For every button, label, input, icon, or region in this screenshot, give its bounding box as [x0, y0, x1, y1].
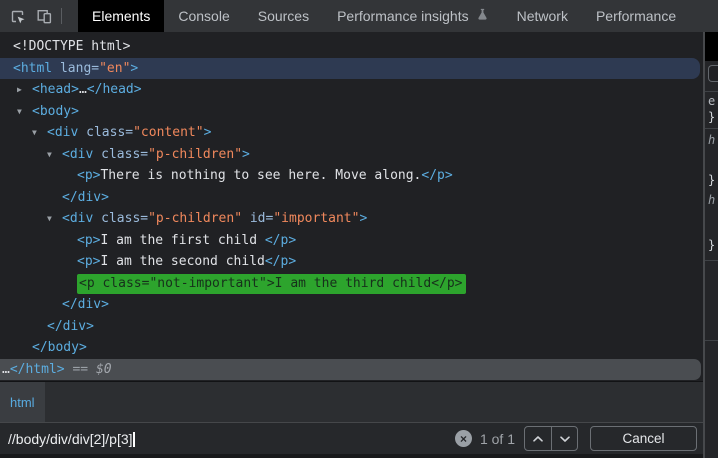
- tab-performance-insights[interactable]: Performance insights: [323, 0, 503, 32]
- tree-row-div-content[interactable]: ▼ <div class="content">: [0, 122, 703, 144]
- tab-performance[interactable]: Performance: [582, 0, 690, 32]
- tree-row-html-open[interactable]: <html lang="en">: [0, 57, 700, 79]
- tree-row-head[interactable]: ▶ <head>…</head>: [0, 79, 703, 101]
- expanded-arrow-icon[interactable]: ▼: [47, 144, 52, 166]
- tree-row-div-close[interactable]: </div>: [0, 294, 703, 316]
- css-rule-fragment: }: [708, 238, 716, 252]
- tree-row-p-second[interactable]: <p>I am the second child</p>: [0, 251, 703, 273]
- find-bar: //body/div/div[2]/p[3] × 1 of 1 Cancel: [0, 422, 703, 454]
- previous-match-button[interactable]: [525, 427, 551, 450]
- tree-row-p-first[interactable]: <p>I am the first child </p>: [0, 230, 703, 252]
- tree-row-div-close[interactable]: </div>: [0, 187, 703, 209]
- bottom-edge: [0, 454, 703, 458]
- css-rule-fragment: }: [708, 110, 716, 124]
- match-count: 1 of 1: [479, 430, 515, 447]
- tree-row-html-close-selected[interactable]: …</html> == $0: [0, 358, 701, 380]
- tree-row-body-close[interactable]: </body>: [0, 337, 703, 359]
- flask-icon: [476, 8, 489, 24]
- tab-sources[interactable]: Sources: [244, 0, 323, 32]
- devtools-toolbar: Elements Console Sources Performance ins…: [0, 0, 718, 32]
- tab-network[interactable]: Network: [503, 0, 582, 32]
- css-rule-fragment: h: [708, 133, 716, 147]
- tree-row-p-third-search-match[interactable]: <p class="not-important">I am the third …: [0, 273, 703, 295]
- styles-sidebar-clipped: e } h } h }: [705, 32, 718, 458]
- panel-tabs: Elements Console Sources Performance ins…: [78, 0, 718, 32]
- search-query-text: //body/div/div[2]/p[3]: [8, 430, 133, 447]
- ellipsis-indicator: …: [2, 361, 10, 377]
- css-rule-fragment: }: [708, 173, 716, 187]
- css-rule-fragment: h: [708, 193, 716, 207]
- tree-row-div-pchildren[interactable]: ▼ <div class="p-children">: [0, 144, 703, 166]
- tree-row-doctype[interactable]: <!DOCTYPE html>: [0, 36, 703, 58]
- expanded-arrow-icon[interactable]: ▼: [32, 122, 37, 144]
- tree-row-div-important[interactable]: ▼ <div class="p-children" id="important">: [0, 208, 703, 230]
- clear-search-icon[interactable]: ×: [454, 430, 472, 447]
- breadcrumb: html: [0, 381, 703, 422]
- collapsed-arrow-icon[interactable]: ▶: [17, 79, 22, 101]
- tree-row-div-close[interactable]: </div>: [0, 316, 703, 338]
- chevron-down-icon: [559, 430, 571, 448]
- text-caret: [132, 431, 135, 447]
- dollar-zero-ref: $0: [95, 361, 112, 377]
- chevron-up-icon: [532, 430, 544, 448]
- search-input[interactable]: //body/div/div[2]/p[3]: [8, 431, 455, 447]
- css-rule-fragment: e: [708, 94, 716, 108]
- search-match-highlight: <p class="not-important">I am the third …: [77, 273, 466, 294]
- cancel-button[interactable]: Cancel: [590, 426, 697, 451]
- dom-tree: <!DOCTYPE html> <html lang="en"> ▶ <head>…: [0, 32, 703, 381]
- toolbar-separator: [61, 8, 62, 24]
- breadcrumb-item-html[interactable]: html: [0, 382, 45, 422]
- match-navigation: [524, 426, 578, 451]
- next-match-button[interactable]: [551, 427, 577, 450]
- tree-row-p-nothing[interactable]: <p>There is nothing to see here. Move al…: [0, 165, 703, 187]
- device-toolbar-icon[interactable]: [31, 3, 58, 30]
- devtools-window: Elements Console Sources Performance ins…: [0, 0, 718, 458]
- expanded-arrow-icon[interactable]: ▼: [17, 101, 22, 123]
- tab-console[interactable]: Console: [164, 0, 243, 32]
- expanded-arrow-icon[interactable]: ▼: [47, 208, 52, 230]
- styles-filter-input-edge[interactable]: [708, 65, 718, 82]
- toolbar-icon-group: [0, 0, 70, 32]
- tree-row-body-open[interactable]: ▼ <body>: [0, 101, 703, 123]
- sidebar-tabstrip-edge: [705, 32, 718, 61]
- tab-elements[interactable]: Elements: [78, 0, 165, 32]
- inspect-element-icon[interactable]: [4, 3, 31, 30]
